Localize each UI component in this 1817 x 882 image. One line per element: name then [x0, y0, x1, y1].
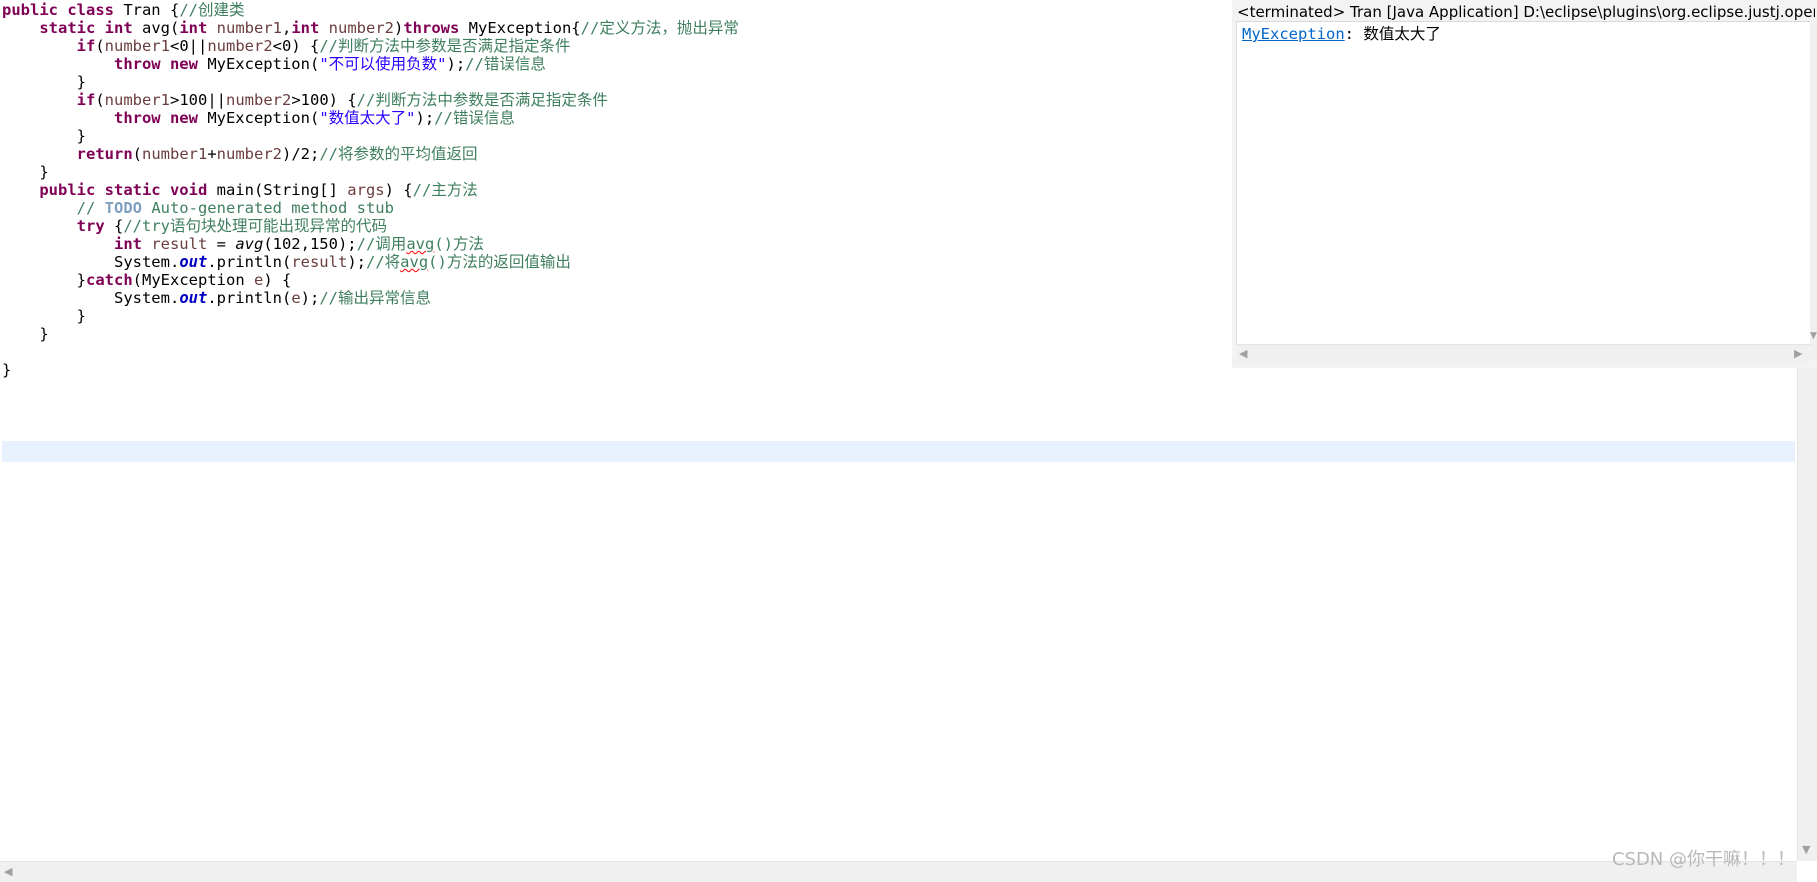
exception-link[interactable]: MyException — [1242, 25, 1345, 43]
current-line-highlight — [2, 441, 1795, 462]
console-header: <terminated> Tran [Java Application] D:\… — [1237, 3, 1815, 21]
spellcheck-squiggle: avg — [406, 235, 435, 253]
todo-tag: TODO — [104, 199, 142, 217]
code-line-9: return(number1+number2)/2;//将参数的平均值返回 — [76, 145, 478, 163]
console-output-line: MyException: 数值太大了 — [1242, 24, 1441, 45]
code-line-21: } — [2, 361, 12, 379]
editor-horizontal-scrollbar[interactable]: ◀ — [0, 861, 1797, 882]
scroll-down-icon[interactable]: ▼ — [1802, 843, 1810, 856]
watermark: CSDN @你干嘛！！！ — [1611, 849, 1795, 870]
console-scroll-left-icon[interactable]: ◀ — [1239, 347, 1247, 360]
code-line-19: } — [39, 325, 49, 343]
console-output-area[interactable]: MyException: 数值太大了 — [1236, 21, 1811, 345]
console-horizontal-scrollbar[interactable]: ◀ ▶ — [1236, 344, 1809, 363]
scroll-left-icon[interactable]: ◀ — [4, 865, 12, 878]
spellcheck-squiggle: avg — [400, 253, 429, 271]
console-scroll-down-icon[interactable]: ▼ — [1810, 331, 1817, 341]
console-vertical-scrollbar[interactable]: ▼ — [1810, 21, 1817, 361]
console-scroll-right-icon[interactable]: ▶ — [1794, 347, 1802, 360]
exception-message: : 数值太大了 — [1344, 25, 1441, 43]
console-view: <terminated> Tran [Java Application] D:\… — [1232, 0, 1817, 368]
